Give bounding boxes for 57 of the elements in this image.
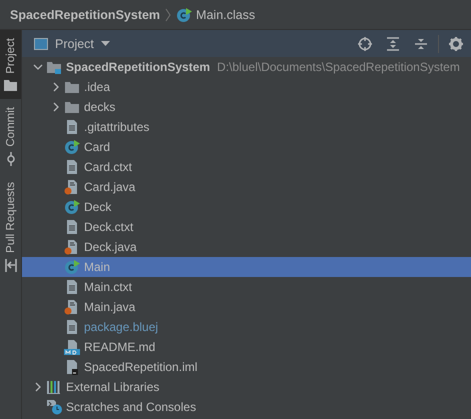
tree-item[interactable]: .gitattributes <box>22 117 471 137</box>
tool-window-tab[interactable]: Project <box>0 30 21 99</box>
collapse-all-icon <box>414 36 428 50</box>
tree-item[interactable]: Main.ctxt <box>22 277 471 297</box>
project-path: D:\bluel\Documents\SpacedRepetitionSystem <box>217 60 460 74</box>
expand-all-icon <box>386 36 400 50</box>
java-file-icon <box>64 299 80 315</box>
folder-icon <box>64 79 80 95</box>
separator-icon <box>165 8 172 22</box>
settings-icon <box>449 36 463 50</box>
class-icon <box>176 6 192 22</box>
tree-item[interactable]: Scratches and Consoles <box>22 397 471 417</box>
class-icon <box>64 139 80 155</box>
tree-item[interactable]: README.md <box>22 337 471 357</box>
markdown-file-icon <box>64 339 80 355</box>
tree-item[interactable]: Card.java <box>22 177 471 197</box>
text-file-icon <box>64 319 80 335</box>
text-file-icon <box>64 119 80 135</box>
class-icon <box>64 259 80 275</box>
tree-item[interactable]: Card.ctxt <box>22 157 471 177</box>
crosshair-icon <box>358 36 372 50</box>
folder-icon <box>4 80 17 91</box>
text-file-icon <box>64 219 80 235</box>
commit-icon <box>4 152 16 166</box>
module-file-icon <box>64 359 80 375</box>
tree-item[interactable]: Deck <box>22 197 471 217</box>
chevron-right-icon[interactable] <box>35 382 41 392</box>
folder-icon <box>64 99 80 115</box>
text-file-icon <box>64 279 80 295</box>
breadcrumb-item[interactable]: SpacedRepetitionSystem <box>10 8 160 22</box>
text-file-icon <box>64 159 80 175</box>
tool-window-tab[interactable]: Commit <box>0 98 21 174</box>
view-selector[interactable]: Project <box>34 36 110 50</box>
chevron-right-icon[interactable] <box>53 102 59 112</box>
tree-item[interactable]: Main.java <box>22 297 471 317</box>
java-file-icon <box>64 239 80 255</box>
tree-item[interactable]: SpacedRepetitionSystem D:\bluel\Documents\SpacedRepetitionSystem <box>22 57 471 77</box>
tree-item[interactable]: package.bluej <box>22 317 471 337</box>
window-icon <box>34 38 48 50</box>
breadcrumb-item[interactable]: Main.class <box>196 8 256 22</box>
tree-item[interactable]: Deck.java <box>22 237 471 257</box>
tree-item[interactable]: decks <box>22 97 471 117</box>
tree-item[interactable]: External Libraries <box>22 377 471 397</box>
tree-item[interactable]: Card <box>22 137 471 157</box>
dropdown-caret-icon <box>100 41 110 46</box>
tree-item[interactable]: .idea <box>22 77 471 97</box>
tree-item[interactable]: SpacedRepetition.iml <box>22 357 471 377</box>
chevron-right-icon[interactable] <box>53 82 59 92</box>
java-file-icon <box>64 179 80 195</box>
pull-request-icon <box>4 259 16 272</box>
tree-item[interactable]: Deck.ctxt <box>22 217 471 237</box>
class-icon <box>64 199 80 215</box>
tool-window-tab[interactable]: Pull Requests <box>0 174 21 280</box>
chevron-down-icon[interactable] <box>33 64 43 70</box>
scratches-icon <box>46 399 63 415</box>
project-folder-icon <box>46 59 62 75</box>
libraries-icon <box>46 379 62 395</box>
